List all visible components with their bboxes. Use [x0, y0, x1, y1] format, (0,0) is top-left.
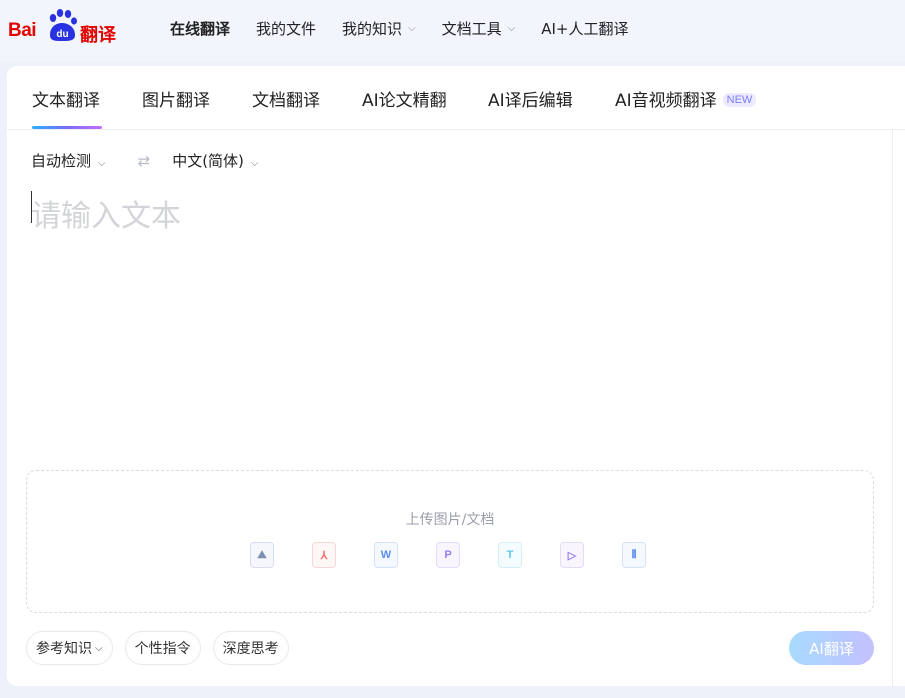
bottom-options: 参考知识 ⌵ 个性指令 深度思考 — [26, 631, 289, 665]
chevron-down-icon: ⌵ — [98, 158, 106, 169]
tab-text-translate[interactable]: 文本翻译 — [32, 86, 100, 111]
top-header: Bai du 翻译 在线翻译 我的文件 我的知识 ⌵ 文档工具 ⌵ AI+人工翻译 — [0, 0, 905, 62]
chevron-down-icon: ⌵ — [507, 23, 516, 34]
source-language-select[interactable]: 自动检测 ⌵ — [31, 150, 106, 171]
text-caret — [31, 191, 32, 223]
word-file-icon[interactable]: W — [374, 542, 398, 568]
active-tab-indicator — [32, 126, 102, 129]
new-badge: NEW — [722, 93, 757, 107]
translate-tabs: 文本翻译 图片翻译 文档翻译 AI论文精翻 AI译后编辑 AI音视频翻译 NEW — [7, 66, 905, 130]
chevron-down-icon: ⌵ — [250, 158, 259, 169]
baidu-translate-logo[interactable]: Bai du 翻译 — [6, 8, 118, 48]
translate-card: 文本翻译 图片翻译 文档翻译 AI论文精翻 AI译后编辑 AI音视频翻译 NEW … — [7, 66, 905, 686]
source-text-input[interactable] — [31, 186, 871, 246]
text-file-icon[interactable]: T — [498, 542, 522, 568]
chevron-down-icon: ⌵ — [95, 642, 103, 654]
panel-divider — [892, 130, 893, 686]
custom-instruction-button[interactable]: 个性指令 — [124, 631, 201, 665]
nav-online-translate[interactable]: 在线翻译 — [170, 18, 230, 39]
nav-doc-tools[interactable]: 文档工具 ⌵ — [442, 18, 516, 39]
image-file-icon[interactable]: ⛰ — [250, 542, 274, 568]
tab-ai-paper-translate[interactable]: AI论文精翻 — [362, 86, 447, 111]
tab-ai-post-edit[interactable]: AI译后编辑 — [488, 86, 573, 111]
swap-arrows-icon[interactable]: ⇄ — [138, 152, 151, 170]
tab-image-translate[interactable]: 图片翻译 — [142, 86, 210, 111]
deep-think-toggle[interactable]: 深度思考 — [212, 631, 289, 665]
tab-doc-translate[interactable]: 文档翻译 — [252, 86, 320, 111]
target-language-select[interactable]: 中文(简体) ⌵ — [172, 150, 258, 171]
top-nav: 在线翻译 我的文件 我的知识 ⌵ 文档工具 ⌵ AI+人工翻译 — [170, 18, 655, 39]
audio-file-icon[interactable]: ⦀ — [622, 542, 646, 568]
nav-my-knowledge[interactable]: 我的知识 ⌵ — [342, 18, 416, 39]
baidu-paw-icon: du — [49, 9, 77, 41]
upload-label: 上传图片/文档 — [405, 512, 495, 528]
pdf-file-icon[interactable]: ⅄ — [312, 542, 336, 568]
logo-text-bai: Bai — [8, 20, 37, 41]
nav-my-files[interactable]: 我的文件 — [256, 18, 316, 39]
upload-dropzone[interactable]: 上传图片/文档 ⛰ ⅄ W P T ▷ ⦀ — [26, 470, 874, 613]
file-type-icons: ⛰ ⅄ W P T ▷ ⦀ — [250, 542, 646, 568]
ppt-file-icon[interactable]: P — [436, 542, 460, 568]
nav-ai-human-translate[interactable]: AI+人工翻译 — [541, 18, 628, 39]
logo-text-du: du — [56, 29, 68, 40]
ai-translate-button[interactable]: AI翻译 — [789, 631, 874, 665]
logo-text-fanyi: 翻译 — [80, 25, 116, 46]
language-selector-row: 自动检测 ⌵ ⇄ 中文(简体) ⌵ — [31, 150, 259, 171]
chevron-down-icon: ⌵ — [408, 23, 416, 34]
tab-ai-av-translate[interactable]: AI音视频翻译 NEW — [615, 86, 757, 111]
video-file-icon[interactable]: ▷ — [560, 542, 584, 568]
reference-knowledge-select[interactable]: 参考知识 ⌵ — [26, 631, 113, 665]
